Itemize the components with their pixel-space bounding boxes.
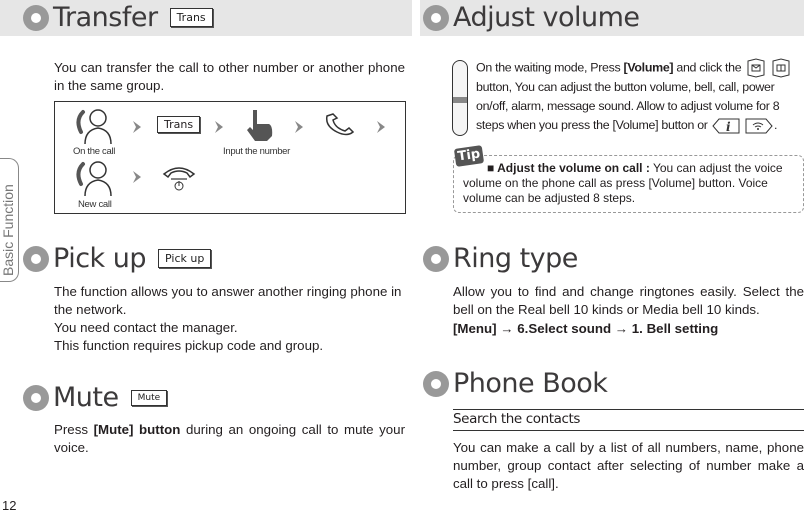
bullet-icon [23,4,49,31]
divider [453,409,804,410]
mute-text: Press [Mute] button during an ongoing ca… [54,421,405,457]
pickup-text: The function allows you to answer anothe… [54,283,409,355]
ring-heading: Ring type [423,243,578,274]
chevron-right-icon [295,121,303,133]
transfer-heading: Transfer Trans [23,2,213,33]
tip-bold: ■ Adjust the volume on call : [487,161,650,175]
pickup-line-1: The function allows you to answer anothe… [54,284,402,317]
pickup-line-2: You need contact the manager. [54,320,238,335]
mute-heading: Mute Mute [23,382,168,413]
transfer-text: You can transfer the call to other numbe… [54,60,405,93]
trans-softkey: Trans [169,8,213,27]
info-key-icon: i [712,118,740,134]
volume-slider-icon [452,60,468,136]
pickup-heading: Pick up Pick up [23,243,212,274]
phonebook-text: You can make a call by a list of all num… [453,440,804,491]
bullet-icon [423,4,449,31]
ring-text: Allow you to find and change ringtones e… [453,284,804,317]
phonebook-title: Phone Book [453,368,608,399]
mute-title: Mute [53,382,119,413]
page-number: 12 [2,498,17,513]
chevron-right-icon [133,121,141,133]
chevron-right-icon [377,121,385,133]
bullet-icon [23,384,49,411]
bullet-icon [423,370,449,397]
pickup-title: Pick up [53,243,147,274]
flow-trans-softkey: Trans [157,116,201,133]
chevron-right-icon [133,171,141,183]
person-new-call-icon [76,161,112,197]
side-tab-label: Basic Function [0,184,16,276]
volume-text-1b: and click the [673,60,742,75]
bullet-icon [423,245,449,272]
svg-text:i: i [726,120,731,134]
volume-text-end: . [773,118,778,132]
ring-title: Ring type [453,243,578,274]
divider [453,430,804,431]
pickup-line-3: This function requires pickup code and g… [54,338,324,353]
mute-text-bold: [Mute] button [93,422,181,437]
mute-text-prefix: Press [54,422,94,437]
tip-text: ■ Adjust the volume on call : You can ad… [463,161,799,206]
phonebook-heading: Phone Book [423,368,608,399]
transfer-flow-diagram: On the call Trans Input the number New c… [54,101,406,214]
phonebook-key-icon [772,58,790,78]
wireless-key-icon [745,118,773,134]
mute-softkey: Mute [130,389,168,406]
transfer-title: Transfer [53,2,158,33]
chevron-right-icon [215,121,223,133]
volume-text: On the waiting mode, Press [Volume] and … [476,58,804,135]
bullet-icon [23,245,49,272]
pickup-softkey: Pick up [158,249,212,268]
volume-heading: Adjust volume [423,2,640,33]
end-call-icon [162,167,196,191]
caption-new-call: New call [78,199,112,210]
ring-menu-path: [Menu] → 6.Select sound → 1. Bell settin… [453,321,719,336]
caption-on-call: On the call [73,146,116,157]
volume-text-1a: On the waiting mode, Press [476,60,624,75]
phonebook-subtitle: Search the contacts [453,411,581,427]
phone-handset-icon [325,113,355,136]
person-on-call-icon [76,109,112,145]
volume-text-bold: [Volume] [623,60,674,75]
hand-pointer-icon [247,110,273,141]
volume-title: Adjust volume [453,2,640,33]
caption-input-number: Input the number [223,146,291,157]
message-key-icon [747,58,765,78]
